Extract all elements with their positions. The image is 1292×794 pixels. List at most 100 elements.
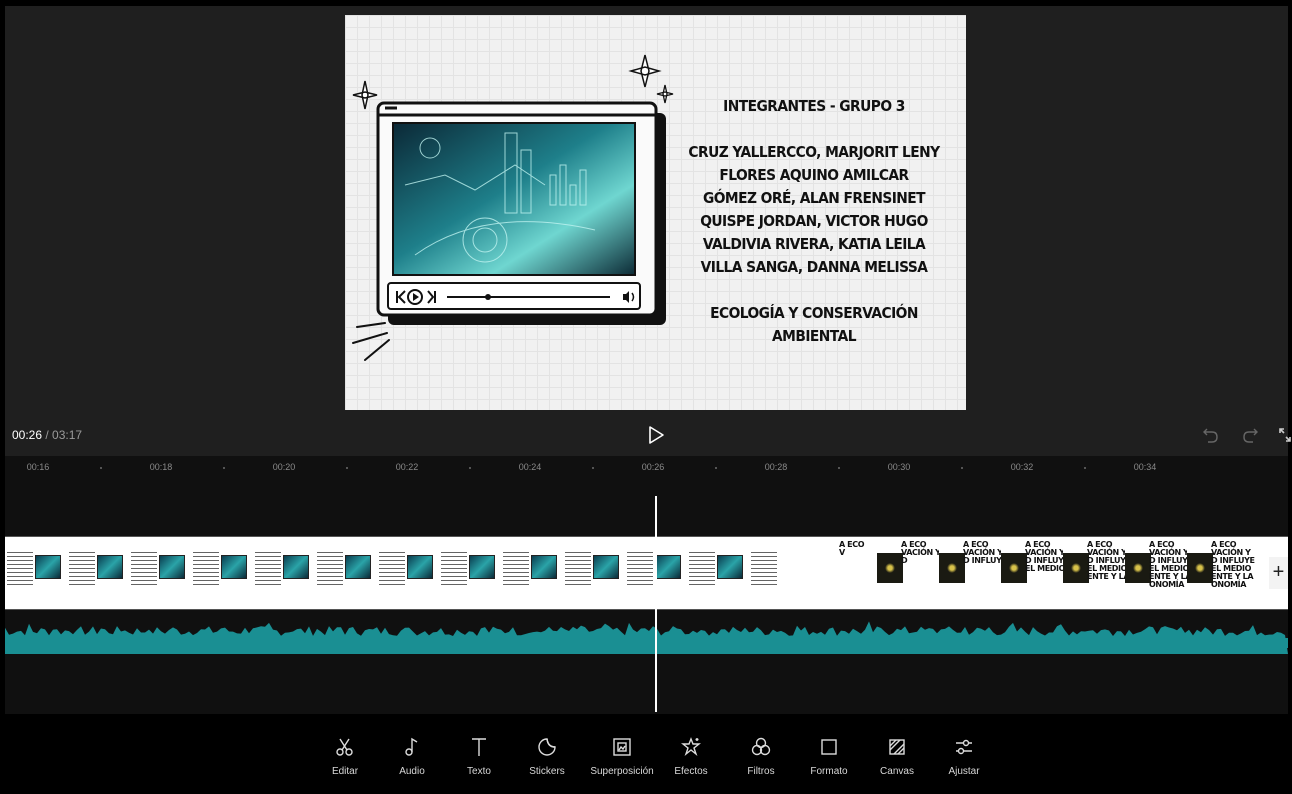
tool-label: Stickers [529,766,565,777]
member-name: FLORES AQUINO AMILCAR [719,166,909,184]
course-title-line2: AMBIENTAL [772,327,856,345]
add-clip-button[interactable]: + [1269,557,1288,589]
ruler-label: 00:34 [1133,462,1157,472]
clip-thumbnail[interactable] [253,549,311,595]
clip-thumbnail[interactable] [377,549,435,595]
ruler-dot [715,467,717,469]
member-name: VALDIVIA RIVERA, KATIA LEILA [702,235,926,253]
timecode: 00:26 / 03:17 [12,428,82,442]
clip2-frame-text: A ECO VACIÓN Y D INFLUYE EL MEDIO ENTE Y… [1149,540,1193,589]
clip-thumbnail[interactable] [439,549,497,595]
timeline[interactable]: 00:16 00:18 00:20 00:22 00:24 00:26 00:2… [5,456,1288,714]
clip2-thumbnail[interactable]: A ECO VACIÓN Y D INFLUYE EL MEDIO ENTE Y… [1187,541,1255,597]
clip-thumbnail[interactable] [67,549,125,595]
video-editor: INTEGRANTES - GRUPO 3 CRUZ YALLERCCO, MA… [0,0,1292,794]
effects-star-icon [681,737,701,757]
ruler-label: 00:28 [764,462,788,472]
clip-thumbnail[interactable] [625,549,683,595]
tool-superposicion[interactable]: Superposición [582,736,662,777]
audio-track[interactable] [5,614,1288,654]
clip-thumbnail[interactable] [563,549,621,595]
clip2-frame-text: A ECO VACIÓN Y D INFLUYE [963,540,1007,565]
clip2-thumbnail[interactable]: A ECO VACIÓN Y D [877,541,941,597]
overlay-icon [613,738,631,756]
screen-bezel-right [1288,0,1292,794]
ruler-label: 00:22 [395,462,419,472]
clip2-frame-text: A ECO VACIÓN Y D INFLUYE EL MEDIO ENTE Y… [1087,540,1131,581]
clip2-thumbnail[interactable]: A ECO VACIÓN Y D INFLUYE EL MEDIO [1001,541,1069,597]
ruler-dot [346,467,348,469]
text-icon [472,738,486,756]
ruler-label: 00:18 [149,462,173,472]
clip2-thumbnail[interactable]: A ECO VACIÓN Y D INFLUYE [939,541,1007,597]
adjust-sliders-icon [956,739,972,755]
video-track[interactable]: A ECO V A ECO VACIÓN Y D A ECO VACIÓN Y … [5,536,1288,610]
ruler-dot [961,467,963,469]
clip-thumbnail[interactable] [501,549,559,595]
tool-label: Ajustar [948,766,980,777]
clip-thumbnail[interactable] [129,549,187,595]
ruler-dot [1084,467,1086,469]
canvas-icon [889,739,905,755]
ruler-label: 00:26 [641,462,665,472]
total-duration: 03:17 [52,428,83,442]
ruler-dot [469,467,471,469]
member-name: GÓMEZ ORÉ, ALAN FRENSINET [702,189,926,207]
slide-illustration [352,54,674,361]
time-separator: / [42,428,53,442]
clip-thumbnail[interactable] [191,549,249,595]
ruler-label: 00:16 [26,462,50,472]
clip2-frame-text: A ECO V [839,540,865,557]
tool-efectos[interactable]: Efectos [651,736,731,777]
preview-slide[interactable]: INTEGRANTES - GRUPO 3 CRUZ YALLERCCO, MA… [345,15,966,410]
play-icon [649,426,664,444]
scissors-icon [336,738,353,756]
filters-icon [751,737,771,756]
tool-label: Efectos [674,766,708,777]
preview-area: INTEGRANTES - GRUPO 3 CRUZ YALLERCCO, MA… [5,6,1288,456]
ruler-dot [100,467,102,469]
ruler-label: 00:24 [518,462,542,472]
audio-waveform [5,621,1288,654]
music-note-icon [405,737,418,756]
playhead[interactable] [655,496,657,712]
tool-stickers[interactable]: Stickers [507,736,587,777]
current-time: 00:26 [12,428,43,442]
clip2-frame-text: A ECO VACIÓN Y D INFLUYE EL MEDIO ENTE Y… [1211,540,1255,589]
member-name: CRUZ YALLERCCO, MARJORIT LENY [688,143,940,161]
course-title-line1: ECOLOGÍA Y CONSERVACIÓN [710,304,918,322]
undo-button[interactable] [1202,426,1220,444]
ruler-label: 00:32 [1010,462,1034,472]
ruler-dot [592,467,594,469]
tool-label: Superposición [590,766,654,777]
waveform-shape [5,621,1288,654]
time-ruler: 00:16 00:18 00:20 00:22 00:24 00:26 00:2… [5,456,1288,480]
clip2-thumbnail[interactable]: A ECO V [815,541,873,597]
sparkle-icon [656,84,674,104]
undo-icon [1203,428,1218,443]
fullscreen-icon [1279,428,1291,442]
clip2-frame-text: A ECO VACIÓN Y D [901,540,941,565]
ruler-label: 00:30 [887,462,911,472]
bottom-toolbar: Editar Audio Texto Stickers Superposició… [0,714,1292,794]
slide-title: INTEGRANTES - GRUPO 3 [723,97,905,115]
fullscreen-button[interactable] [1278,426,1292,444]
sparkle-icon [628,54,662,88]
tool-ajustar[interactable]: Ajustar [924,736,1004,777]
clip-thumbnail[interactable] [749,549,807,595]
clip-thumbnail[interactable] [687,549,745,595]
clip2-thumbnail[interactable]: A ECO VACIÓN Y D INFLUYE EL MEDIO ENTE Y… [1063,541,1131,597]
ruler-dot [223,467,225,469]
format-square-icon [821,739,837,755]
sticker-icon [538,738,556,756]
playback-row: 00:26 / 03:17 [0,420,1292,454]
redo-icon [1243,428,1258,443]
redo-button[interactable] [1241,426,1259,444]
clip-thumbnail[interactable] [5,549,63,595]
clip-thumbnail[interactable] [315,549,373,595]
clip2-thumbnail[interactable]: A ECO VACIÓN Y D INFLUYE EL MEDIO ENTE Y… [1125,541,1193,597]
play-button[interactable] [645,424,667,446]
waveform-base [5,638,1288,648]
member-name: VILLA SANGA, DANNA MELISSA [700,258,928,276]
member-name: QUISPE JORDAN, VICTOR HUGO [700,212,928,230]
